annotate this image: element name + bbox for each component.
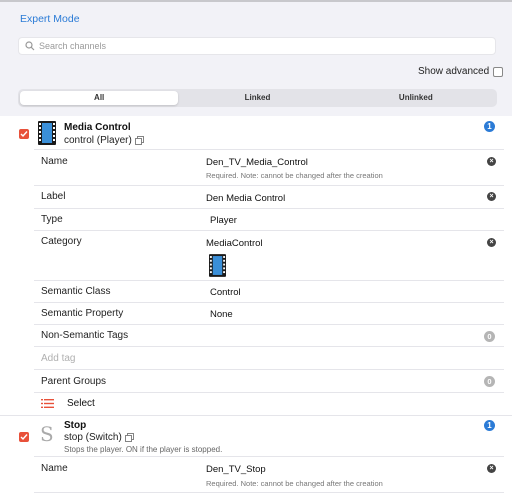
select-groups-button[interactable]: Select	[41, 398, 95, 409]
filter-tabs: All Linked Unlinked	[18, 89, 497, 107]
show-advanced-checkbox[interactable]	[493, 66, 504, 77]
divider	[34, 492, 504, 493]
channel-id: stop (Switch)	[64, 432, 122, 443]
category-label: Category	[41, 236, 82, 247]
divider	[34, 302, 504, 303]
semantic-property-value[interactable]: None	[210, 309, 233, 320]
show-advanced-toggle[interactable]: Show advanced	[418, 66, 504, 77]
name-note: Required. Note: cannot be changed after …	[206, 171, 383, 180]
channel-checkbox[interactable]	[19, 129, 29, 139]
type-label: Type	[41, 214, 63, 225]
tab-unlinked[interactable]: Unlinked	[337, 91, 495, 105]
copy-icon[interactable]	[134, 136, 144, 145]
channel-list: Media Control control (Player) 1 Name De…	[0, 116, 512, 500]
semantic-class-value[interactable]: Control	[210, 287, 241, 298]
select-label: Select	[67, 398, 95, 409]
channel-subtitle: control (Player)	[64, 135, 144, 146]
link-count-badge: 1	[484, 121, 495, 132]
semantic-class-label: Semantic Class	[41, 286, 111, 297]
divider	[34, 369, 504, 370]
divider	[34, 392, 504, 393]
divider	[0, 415, 512, 416]
search-input[interactable]	[39, 41, 479, 51]
name-value[interactable]: Den_TV_Stop	[206, 464, 266, 475]
non-semantic-tags-label: Non-Semantic Tags	[41, 330, 129, 341]
add-tag-input[interactable]: Add tag	[41, 353, 75, 364]
divider	[34, 456, 504, 457]
clear-name-icon[interactable]: ×	[487, 464, 496, 473]
category-media-icon	[209, 254, 226, 277]
check-icon	[20, 434, 28, 441]
parent-groups-label: Parent Groups	[41, 376, 107, 387]
name-label: Name	[41, 463, 68, 474]
switch-icon: S	[40, 422, 54, 446]
divider	[34, 280, 504, 281]
divider	[34, 324, 504, 325]
copy-icon[interactable]	[124, 433, 134, 442]
show-advanced-label: Show advanced	[418, 66, 490, 77]
expert-mode-link[interactable]: Expert Mode	[20, 13, 80, 25]
clear-name-icon[interactable]: ×	[487, 157, 496, 166]
semantic-property-label: Semantic Property	[41, 308, 124, 319]
name-label: Name	[41, 156, 68, 167]
clear-category-icon[interactable]: ×	[487, 238, 496, 247]
divider	[34, 346, 504, 347]
top-divider	[0, 0, 512, 2]
divider	[34, 208, 504, 209]
channel-checkbox[interactable]	[19, 432, 29, 442]
type-value: Player	[210, 215, 237, 226]
list-icon	[41, 399, 54, 408]
channel-description: Stops the player. ON if the player is st…	[64, 445, 223, 454]
media-control-icon	[38, 121, 56, 145]
search-bar[interactable]	[18, 37, 496, 55]
tab-all[interactable]: All	[20, 91, 179, 105]
label-label: Label	[41, 191, 66, 202]
search-icon	[25, 41, 35, 51]
name-note: Required. Note: cannot be changed after …	[206, 479, 383, 488]
link-count-badge: 1	[484, 420, 495, 431]
tags-count-badge: 0	[484, 331, 495, 342]
check-icon	[20, 131, 28, 138]
groups-count-badge: 0	[484, 376, 495, 387]
divider	[34, 185, 504, 186]
tab-linked[interactable]: Linked	[178, 91, 336, 105]
channel-subtitle: stop (Switch)	[64, 432, 134, 443]
label-value[interactable]: Den Media Control	[206, 193, 285, 204]
channel-title[interactable]: Stop	[64, 420, 86, 431]
channel-id: control (Player)	[64, 135, 132, 146]
category-value[interactable]: MediaControl	[206, 238, 263, 249]
channel-title[interactable]: Media Control	[64, 122, 131, 133]
divider	[34, 149, 504, 150]
clear-label-icon[interactable]: ×	[487, 192, 496, 201]
divider	[34, 230, 504, 231]
name-value[interactable]: Den_TV_Media_Control	[206, 157, 308, 168]
